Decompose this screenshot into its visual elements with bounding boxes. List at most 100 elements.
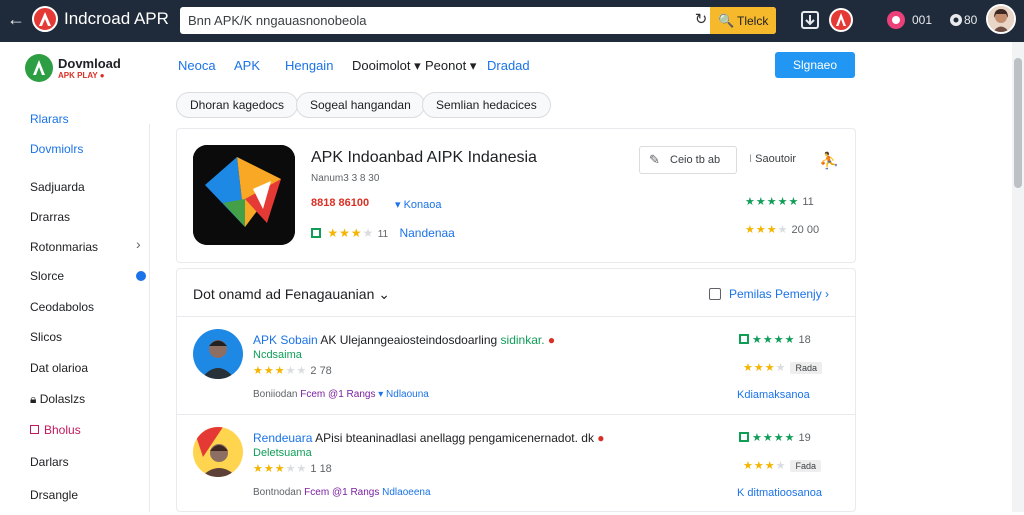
chevron-right-icon[interactable]: › (136, 236, 141, 252)
review-meta-prefix: Bontnodan (253, 487, 302, 498)
review-rating-value: 18 (798, 334, 811, 346)
rating-count: 11 (377, 229, 389, 240)
top-bar: ← Indcroad APR ↻ 🔍 Tlelck 001 80 (0, 0, 1024, 42)
signin-button[interactable]: Slgnaeo (775, 52, 855, 78)
nav-item-1[interactable]: Neoca (178, 58, 216, 73)
sidebar-item-10[interactable]: 🔒︎ Dolaslzs (30, 392, 85, 407)
brand-subtitle: APK PLAY ● (58, 71, 105, 80)
reviews-filter-label: Pemilas Pemenjy (729, 287, 822, 301)
accessibility-icon[interactable]: ⛹ (819, 151, 839, 171)
review-meta-source: Fcem @1 Rangs (304, 487, 380, 498)
app-price-link[interactable]: ▾ Konaoa (395, 198, 442, 211)
rating-right-1: ★★★★★ 11 (745, 196, 814, 208)
review-subtitle: Deletsuama (253, 447, 312, 459)
sidebar-item-11-label: Bholus (44, 423, 81, 437)
review-stars: ★★★★★ 2 78 (253, 365, 332, 377)
nav-item-4[interactable]: Dooimolot ▾ (352, 58, 421, 74)
sidebar-item-13[interactable]: Drsangle (30, 488, 78, 502)
review-subtitle: Ncdsaima (253, 349, 302, 361)
sidebar-item-4[interactable]: Drarras (30, 210, 70, 224)
developer-link[interactable]: Nandenaa (399, 226, 454, 240)
search-button[interactable]: 🔍 Tlelck (710, 7, 776, 34)
sidebar-item-6[interactable]: Slorce (30, 269, 64, 283)
checkbox-icon (30, 425, 39, 434)
review-title: Rendeuara APisi bteaninadlasi anellagg p… (253, 431, 605, 445)
heart-icon: ● (547, 333, 556, 347)
brand-name[interactable]: Dovmload (58, 56, 121, 71)
review-meta-prefix: Boniiodan (253, 389, 298, 400)
lock-icon: 🔒︎ (30, 392, 40, 406)
nav-item-3[interactable]: Hengain (285, 58, 333, 73)
sidebar-item-2[interactable]: Dovmiolrs (30, 142, 83, 156)
category-chip-1[interactable]: Dhoran kagedocs (176, 92, 299, 118)
review-title: APK Sobain AK Ulejanngeaiosteindosdoarli… (253, 333, 555, 347)
sidebar-item-11[interactable]: Bholus (30, 423, 81, 437)
back-arrow-icon[interactable]: ← (6, 9, 26, 29)
review-item[interactable]: Rendeuara APisi bteaninadlasi anellagg p… (177, 419, 855, 515)
apk-badge-icon[interactable] (829, 8, 853, 32)
sidebar-item-12[interactable]: Darlars (30, 455, 69, 469)
sidebar-item-1[interactable]: Rlarars (30, 112, 69, 126)
search-icon: 🔍 (718, 13, 735, 28)
scrollbar[interactable] (1012, 42, 1024, 512)
sidebar-item-10-label: Dolaslzs (39, 392, 86, 406)
sidebar-item-7[interactable]: Ceodabolos (30, 300, 94, 314)
review-tag[interactable]: Rada (790, 362, 822, 374)
review-tag[interactable]: Fada (790, 460, 821, 472)
reviewer-avatar[interactable] (193, 329, 243, 379)
reviewer-avatar[interactable] (193, 427, 243, 477)
filter-icon (709, 288, 721, 300)
refresh-icon[interactable]: ↻ (692, 11, 710, 29)
review-meta-link[interactable]: ▾ Ndlaouna (378, 389, 429, 400)
review-link[interactable]: Kdiamaksanoa (737, 389, 810, 401)
user-avatar[interactable] (986, 4, 1016, 34)
review-meta-link[interactable]: Ndlaoeena (382, 487, 430, 498)
search-input[interactable] (188, 10, 688, 31)
sidebar-item-5[interactable]: Rotonmarias (30, 240, 98, 254)
chevron-right-icon: › (821, 287, 830, 301)
nav-item-2[interactable]: APK (234, 58, 260, 73)
review-stars-count: 2 78 (310, 365, 332, 377)
install-button[interactable]: ✎ Ceio tb ab (639, 146, 737, 174)
sidebar-item-9[interactable]: Dat olarioa (30, 361, 88, 375)
category-chip-3[interactable]: Semlian hedacices (422, 92, 551, 118)
app-rating-row: ★★★★ 11 Nandenaa (311, 226, 455, 240)
scrollbar-thumb[interactable] (1014, 58, 1022, 188)
review-item[interactable]: APK Sobain AK Ulejanngeaiosteindosdoarli… (177, 321, 855, 417)
reviewer-name[interactable]: APK Sobain (253, 333, 318, 347)
download-icon[interactable] (798, 8, 822, 32)
reviews-heading[interactable]: Dot onamd ad Fenagauanian ⌄ (193, 286, 390, 303)
verified-icon (739, 432, 749, 442)
share-label-text: Saoutoir (755, 153, 797, 165)
download-logo-icon[interactable] (25, 54, 53, 82)
search-bar[interactable]: ↻ 🔍 Tlelck (180, 7, 776, 34)
sidebar-item-8[interactable]: Slicos (30, 330, 62, 344)
app-logo-icon (32, 6, 58, 32)
reviewer-name[interactable]: Rendeuara (253, 431, 312, 445)
nav-item-6[interactable]: Dradad (487, 58, 530, 73)
review-meta: Bontnodan Fcem @1 Rangs Ndlaoeena (253, 487, 431, 498)
review-rating-secondary: ★★★★ Rada (743, 361, 822, 374)
share-label[interactable]: I Saoutoir (749, 153, 796, 165)
settings-count: 80 (964, 13, 978, 27)
rating-right-1-value: 11 (802, 196, 814, 208)
rating-right-2: ★★★★ 20 00 (745, 224, 820, 236)
divider (177, 414, 855, 415)
notification-count: 001 (912, 13, 933, 27)
nav-row: Dovmload APK PLAY ● Neoca APK Hengain Do… (0, 42, 1012, 122)
rating-right-2-value: 20 00 (791, 224, 820, 236)
app-icon[interactable] (193, 145, 295, 245)
verified-icon (739, 334, 749, 344)
nav-item-5[interactable]: Peonot ▾ (425, 58, 476, 74)
rating-stars: ★★★★ (327, 226, 375, 240)
new-indicator-icon (136, 271, 146, 281)
reviews-filter[interactable]: Pemilas Pemenjy › (709, 287, 829, 301)
review-stars: ★★★★★ 1 18 (253, 463, 332, 475)
app-detail-card: APK Indoanbad AIPK Indanesia Nanum3 3 8 … (176, 128, 856, 263)
review-meta-source: Fcem @1 Rangs (300, 389, 376, 400)
review-link[interactable]: K ditmatioosanoa (737, 487, 822, 499)
sidebar-item-3[interactable]: Sadjuarda (30, 180, 85, 194)
notification-icon[interactable] (884, 8, 908, 32)
app-name: APK Indoanbad AIPK Indanesia (311, 149, 537, 166)
category-chip-2[interactable]: Sogeal hangandan (296, 92, 425, 118)
